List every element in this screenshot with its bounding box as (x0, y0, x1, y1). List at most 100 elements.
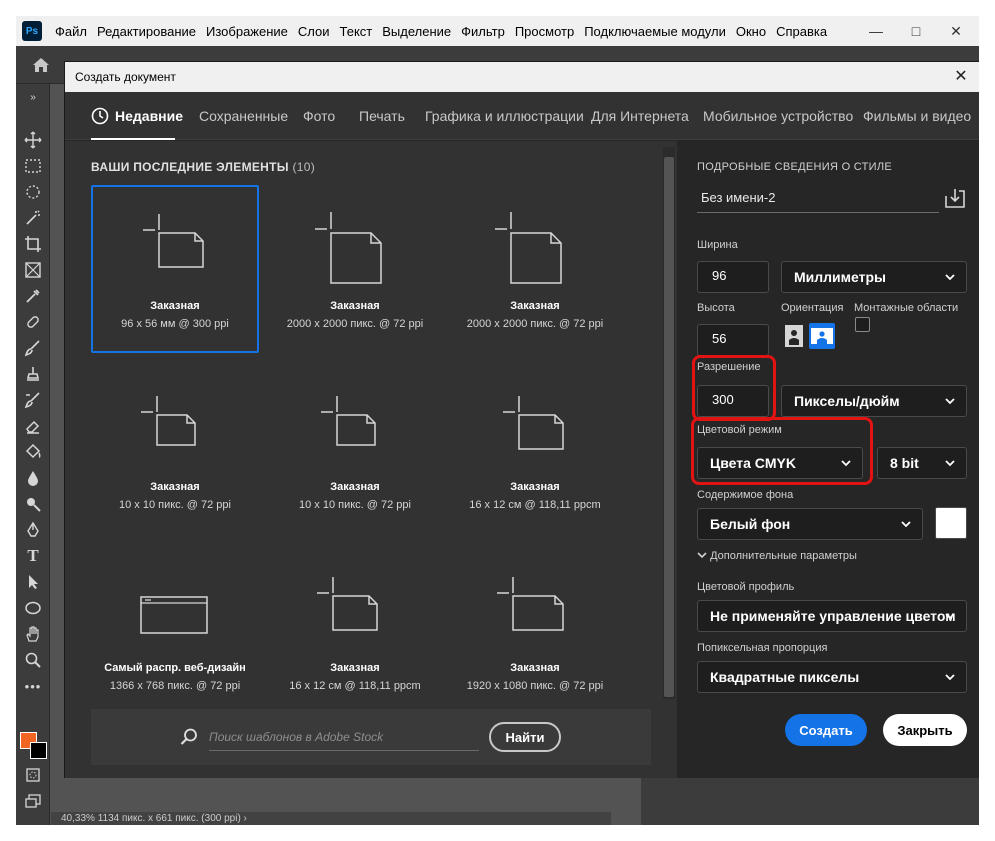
quick-mask-icon[interactable] (21, 764, 45, 786)
tab-web[interactable]: Для Интернета (591, 92, 689, 140)
pixel-aspect-select[interactable]: Квадратные пикселы (697, 661, 967, 693)
bit-depth-select[interactable]: 8 bit (877, 447, 967, 479)
presets-scrollbar[interactable] (663, 147, 675, 699)
menu-filter[interactable]: Фильтр (456, 24, 510, 39)
find-button[interactable]: Найти (489, 722, 561, 752)
preset-desc: 10 x 10 пикс. @ 72 ppi (119, 499, 231, 511)
menu-help[interactable]: Справка (771, 24, 832, 39)
tab-saved[interactable]: Сохраненные (199, 92, 288, 140)
preset-name: Заказная (330, 300, 380, 312)
advanced-options-toggle[interactable]: Дополнительные параметры (697, 550, 857, 562)
preset-desc: 10 x 10 пикс. @ 72 ppi (299, 499, 411, 511)
width-unit-value: Миллиметры (794, 269, 886, 285)
preset-card[interactable]: Заказная 1920 x 1080 пикс. @ 72 ppi (451, 547, 619, 715)
height-input[interactable]: 56 (697, 324, 769, 356)
menu-image[interactable]: Изображение (201, 24, 293, 39)
save-preset-icon[interactable] (943, 187, 967, 209)
landscape-orientation-icon[interactable] (809, 323, 835, 349)
color-profile-select[interactable]: Не применяйте управление цветом (697, 600, 967, 632)
clone-stamp-icon[interactable] (21, 363, 45, 385)
menu-window[interactable]: Окно (731, 24, 771, 39)
preset-tabs: Недавние Сохраненные Фото Печать Графика… (65, 92, 979, 140)
preset-card[interactable]: Заказная 96 x 56 мм @ 300 ppi (91, 185, 259, 353)
more-tools-icon[interactable]: ••• (21, 675, 45, 697)
close-button[interactable]: Закрыть (883, 714, 967, 746)
blur-tool-icon[interactable] (21, 467, 45, 489)
menu-bar: Ps Файл Редактирование Изображение Слои … (16, 16, 979, 46)
tab-mobile[interactable]: Мобильное устройство (703, 92, 853, 140)
maximize-icon[interactable]: □ (896, 16, 936, 46)
hand-tool-icon[interactable] (21, 623, 45, 645)
dialog-close-icon[interactable]: ✕ (948, 62, 974, 92)
width-input[interactable]: 96 (697, 261, 769, 293)
collapse-icon[interactable]: » (21, 86, 45, 108)
marquee-tool-icon[interactable] (21, 155, 45, 177)
paint-bucket-icon[interactable] (21, 441, 45, 463)
status-bar: 40,33% 1134 пикс. x 661 пикс. (300 ppi) … (51, 812, 611, 825)
create-button[interactable]: Создать (785, 714, 867, 746)
preset-card[interactable]: Самый распр. веб-дизайн 1366 x 768 пикс.… (91, 547, 259, 715)
path-selection-icon[interactable] (21, 571, 45, 593)
tab-recent[interactable]: Недавние (115, 92, 183, 140)
healing-brush-icon[interactable] (21, 311, 45, 333)
preset-card[interactable]: Заказная 2000 x 2000 пикс. @ 72 ppi (271, 185, 439, 353)
home-icon[interactable] (30, 54, 52, 76)
background-color-swatch[interactable] (935, 507, 967, 539)
preset-name: Заказная (150, 481, 200, 493)
menu-file[interactable]: Файл (50, 24, 92, 39)
crop-tool-icon[interactable] (21, 233, 45, 255)
background-color-swatch[interactable] (30, 742, 47, 759)
move-tool-icon[interactable] (21, 129, 45, 151)
menu-select[interactable]: Выделение (377, 24, 456, 39)
menu-plugins[interactable]: Подключаемые модули (579, 24, 731, 39)
preset-card[interactable]: Заказная 10 x 10 пикс. @ 72 ppi (91, 366, 259, 534)
tab-print[interactable]: Печать (359, 92, 405, 140)
preset-card[interactable]: Заказная 16 x 12 см @ 118,11 ppcm (451, 366, 619, 534)
chevron-down-icon (901, 521, 911, 528)
tools-panel: » T ••• (16, 84, 50, 825)
frame-tool-icon[interactable] (21, 259, 45, 281)
preset-name: Заказная (330, 662, 380, 674)
preset-details-pane: ПОДРОБНЫЕ СВЕДЕНИЯ О СТИЛЕ Без имени-2 Ш… (677, 141, 979, 778)
tab-photo[interactable]: Фото (303, 92, 335, 140)
ellipse-tool-icon[interactable] (21, 597, 45, 619)
document-name-field[interactable]: Без имени-2 (697, 183, 939, 213)
preset-card[interactable]: Заказная 2000 x 2000 пикс. @ 72 ppi (451, 185, 619, 353)
eyedropper-icon[interactable] (21, 285, 45, 307)
object-selection-icon[interactable] (21, 181, 45, 203)
dodge-tool-icon[interactable] (21, 493, 45, 515)
zoom-tool-icon[interactable] (21, 649, 45, 671)
minimize-icon[interactable]: — (856, 16, 896, 46)
photoshop-logo: Ps (22, 21, 42, 41)
eraser-tool-icon[interactable] (21, 415, 45, 437)
type-tool-icon[interactable]: T (21, 545, 45, 567)
screen-mode-icon[interactable] (21, 790, 45, 812)
tab-art-illustration[interactable]: Графика и иллюстрации (425, 92, 584, 140)
menu-layers[interactable]: Слои (293, 24, 335, 39)
background-contents-select[interactable]: Белый фон (697, 508, 923, 540)
chevron-down-icon (697, 552, 707, 559)
menu-type[interactable]: Текст (335, 24, 378, 39)
brush-tool-icon[interactable] (21, 337, 45, 359)
artboards-label: Монтажные области (854, 302, 959, 314)
resolution-unit-select[interactable]: Пикселы/дюйм (781, 385, 967, 417)
recent-heading-text: ВАШИ ПОСЛЕДНИЕ ЭЛЕМЕНТЫ (91, 160, 289, 174)
preset-card[interactable]: Заказная 16 x 12 см @ 118,11 ppcm (271, 547, 439, 715)
preset-desc: 1366 x 768 пикс. @ 72 ppi (109, 680, 241, 692)
preset-card[interactable]: Заказная 10 x 10 пикс. @ 72 ppi (271, 366, 439, 534)
artboards-checkbox[interactable] (855, 317, 870, 332)
recent-count: (10) (292, 160, 316, 174)
window-close-icon[interactable]: ✕ (936, 16, 976, 46)
scrollbar-thumb[interactable] (664, 157, 674, 697)
tab-film-video[interactable]: Фильмы и видео (863, 92, 971, 140)
preset-name: Самый распр. веб-дизайн (104, 662, 246, 674)
search-input[interactable] (209, 723, 479, 751)
menu-edit[interactable]: Редактирование (92, 24, 201, 39)
width-unit-select[interactable]: Миллиметры (781, 261, 967, 293)
magic-wand-icon[interactable] (21, 207, 45, 229)
portrait-orientation-icon[interactable] (781, 323, 807, 349)
pen-tool-icon[interactable] (21, 519, 45, 541)
history-brush-icon[interactable] (21, 389, 45, 411)
menu-view[interactable]: Просмотр (510, 24, 579, 39)
background-contents-value: Белый фон (710, 516, 791, 532)
